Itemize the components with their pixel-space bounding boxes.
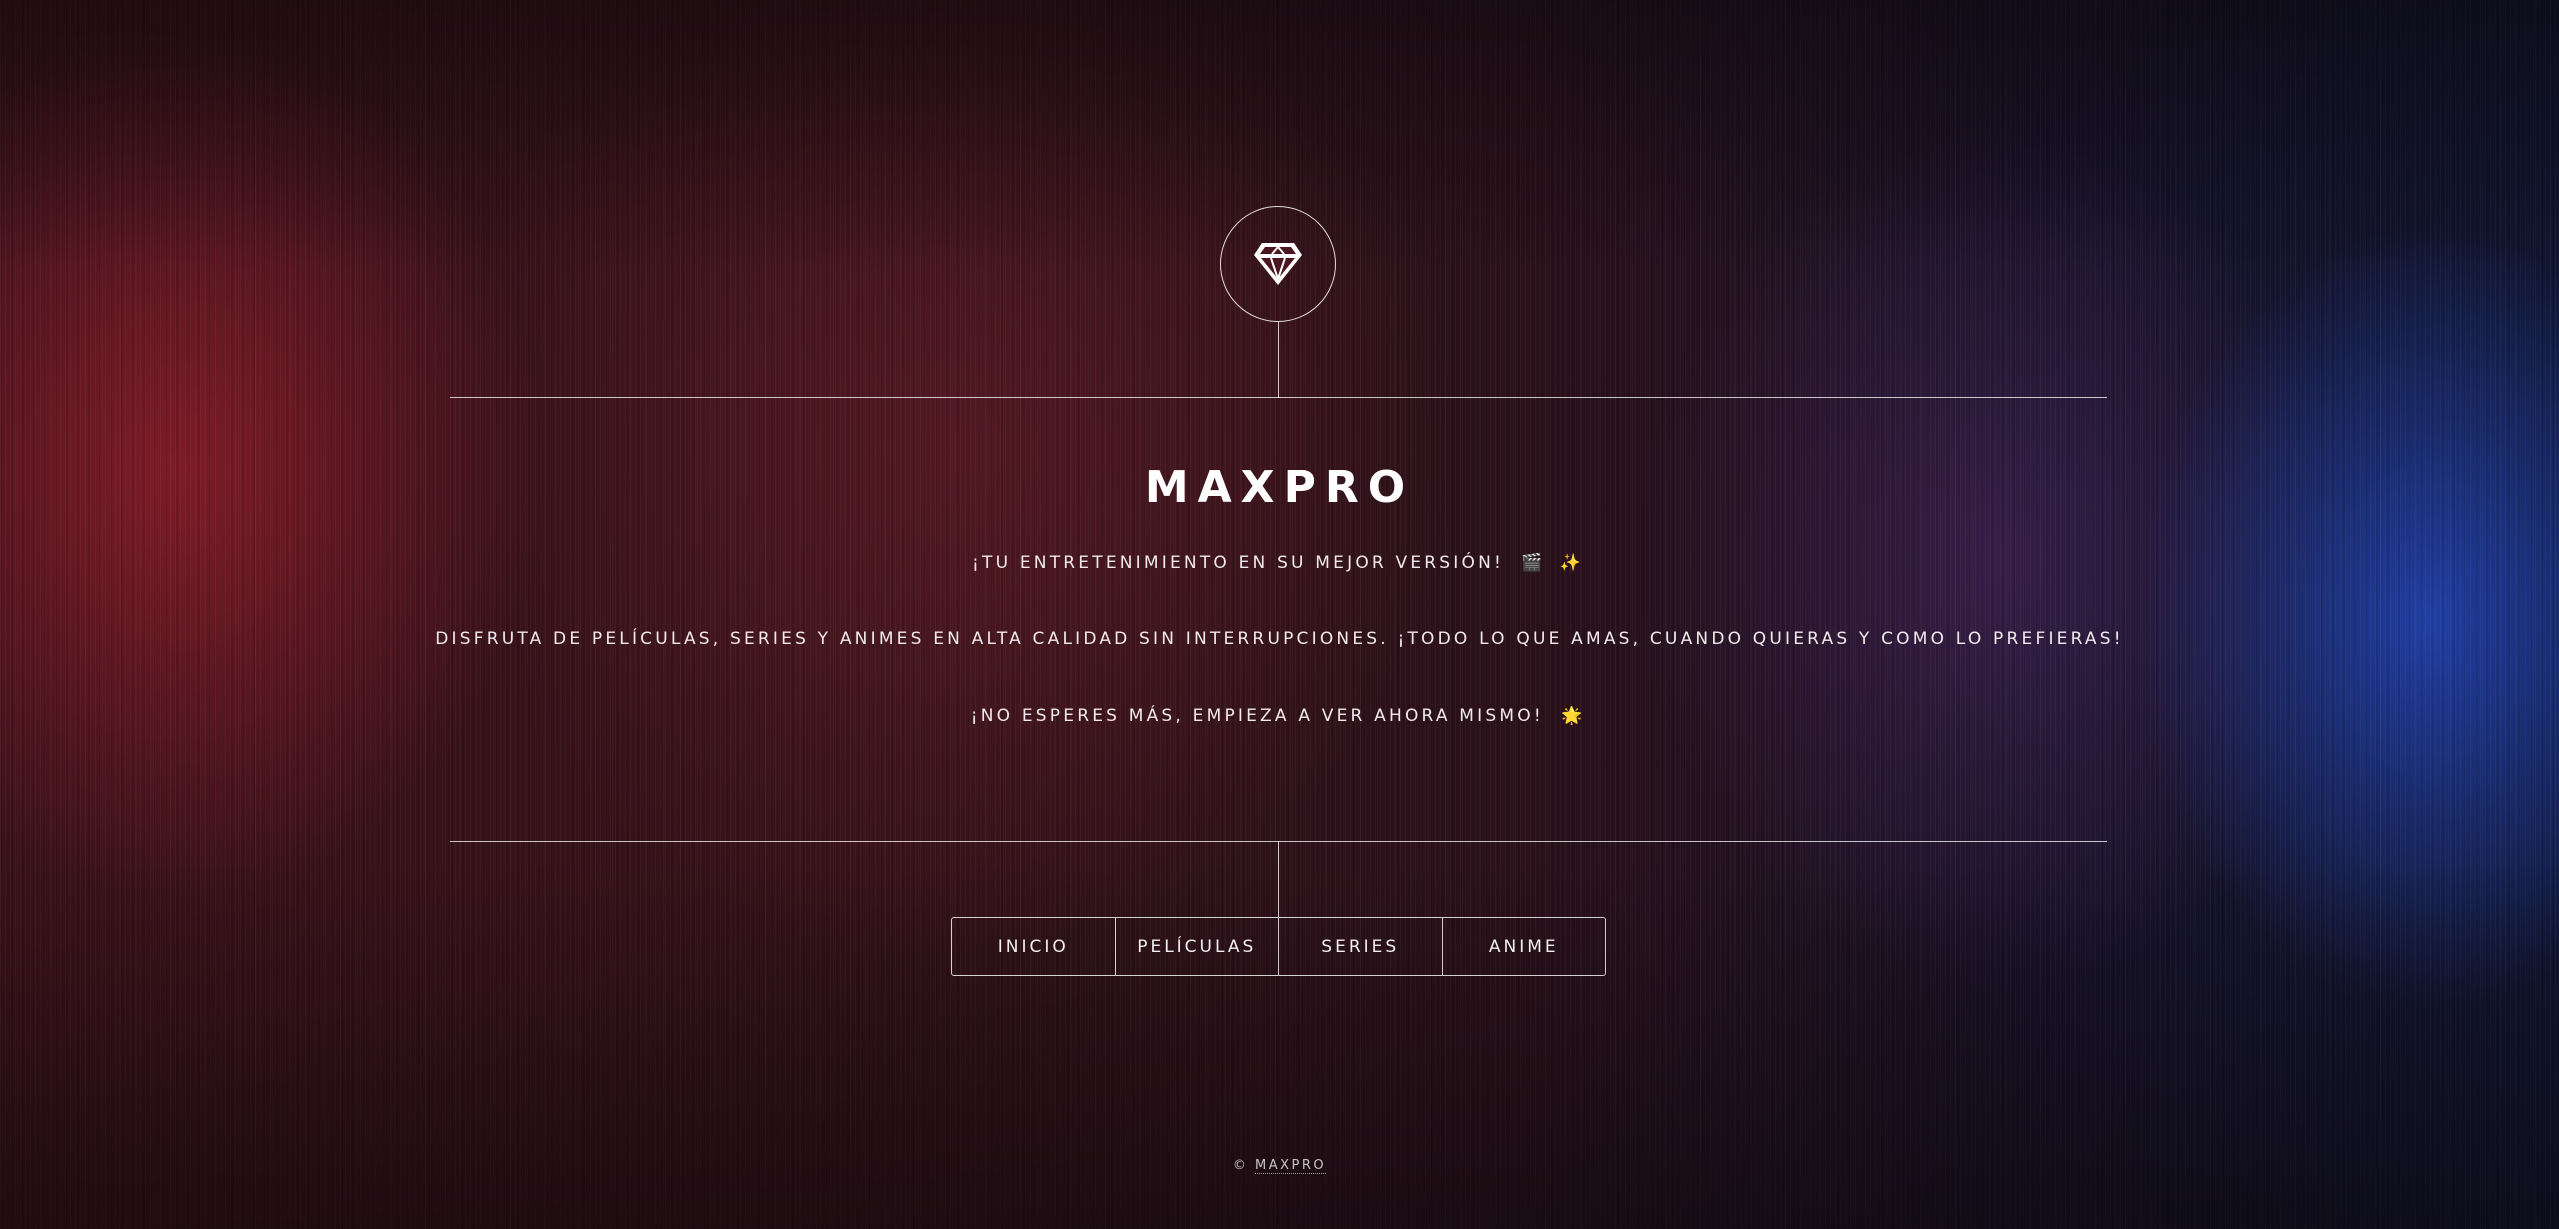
nav-item-inicio[interactable]: INICIO — [952, 918, 1116, 975]
connector-bottom — [1278, 841, 1279, 917]
background-streaks — [0, 0, 2559, 1229]
description-text: DISFRUTA DE PELÍCULAS, SERIES Y ANIMES E… — [435, 629, 2124, 649]
cta-emoji: 🌟 — [1561, 706, 1589, 726]
divider-top — [450, 397, 2107, 398]
copyright-symbol: © — [1232, 1158, 1249, 1173]
tagline: ¡TU ENTRETENIMIENTO EN SU MEJOR VERSIÓN!… — [0, 553, 2559, 573]
diamond-icon — [1252, 241, 1304, 287]
logo-badge — [1220, 206, 1336, 322]
tagline-text: ¡TU ENTRETENIMIENTO EN SU MEJOR VERSIÓN! — [972, 553, 1505, 573]
footer-brand-link[interactable]: MAXPRO — [1255, 1158, 1327, 1174]
cta-text: ¡NO ESPERES MÁS, EMPIEZA A VER AHORA MIS… — [970, 706, 1544, 726]
cta-line: ¡NO ESPERES MÁS, EMPIEZA A VER AHORA MIS… — [0, 706, 2559, 726]
nav-item-series[interactable]: SERIES — [1279, 918, 1443, 975]
background-vignette — [0, 0, 2559, 1229]
tagline-emoji: 🎬 ✨ — [1521, 553, 1587, 573]
site-title: MAXPRO — [1144, 462, 1415, 513]
nav-item-peliculas[interactable]: PELÍCULAS — [1116, 918, 1279, 975]
footer: © MAXPRO — [0, 1158, 2559, 1174]
main-nav: INICIO PELÍCULAS SERIES ANIME — [951, 917, 1606, 976]
nav-item-anime[interactable]: ANIME — [1443, 918, 1606, 975]
connector-top — [1278, 322, 1279, 398]
